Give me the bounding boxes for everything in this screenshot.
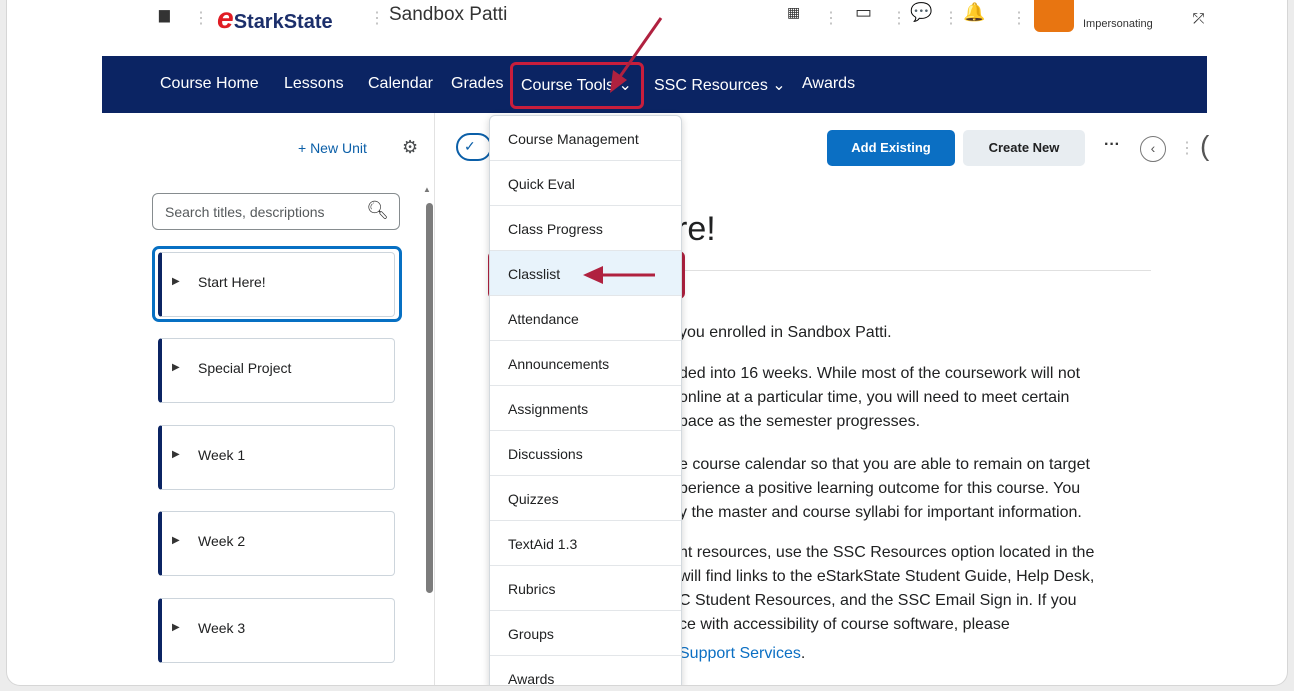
expand-arrow-icon[interactable]: ▶: [172, 622, 180, 633]
add-existing-button[interactable]: Add Existing: [827, 130, 955, 166]
content-paragraph: Support Services.: [679, 645, 806, 662]
menu-item-assignments[interactable]: Assignments: [490, 386, 681, 431]
content-paragraph: ded into 16 weeks. While most of the cou…: [679, 365, 1081, 382]
search-icon[interactable]: 🔍︎: [366, 200, 389, 221]
home-icon[interactable]: ▆: [159, 6, 170, 23]
stop-impersonating-icon[interactable]: ⤱: [1193, 10, 1204, 27]
nav-course-home[interactable]: Course Home: [160, 75, 259, 93]
menu-item-attendance[interactable]: Attendance: [490, 296, 681, 341]
separator: ⋮: [823, 10, 839, 27]
menu-item-groups[interactable]: Groups: [490, 611, 681, 656]
nav-awards[interactable]: Awards: [802, 75, 855, 93]
course-navbar: Course Home Lessons Calendar Grades Cour…: [102, 56, 1207, 113]
more-options-icon[interactable]: ···: [1104, 136, 1120, 154]
nav-course-tools[interactable]: Course Tools ⌄: [521, 75, 632, 95]
menu-item-rubrics[interactable]: Rubrics: [490, 566, 681, 611]
unit-special-project[interactable]: ▶ Special Project: [158, 338, 395, 403]
unit-week-3[interactable]: ▶ Week 3: [158, 598, 395, 663]
apps-grid-icon[interactable]: ▦: [787, 4, 800, 21]
unit-start-here[interactable]: ▶ Start Here!: [158, 252, 395, 317]
menu-item-course-management[interactable]: Course Management: [490, 116, 681, 161]
course-name[interactable]: Sandbox Patti: [389, 4, 507, 26]
nav-lessons[interactable]: Lessons: [284, 75, 344, 93]
content-paragraph: y the master and course syllabi for impo…: [679, 504, 1082, 521]
support-services-link[interactable]: Support Services: [679, 645, 801, 662]
menu-item-quick-eval[interactable]: Quick Eval: [490, 161, 681, 206]
menu-item-classlist[interactable]: Classlist: [490, 251, 681, 296]
previous-icon[interactable]: ‹: [1140, 136, 1166, 162]
expand-arrow-icon[interactable]: ▶: [172, 362, 180, 373]
sidebar-scrollbar[interactable]: [426, 203, 433, 593]
expand-arrow-icon[interactable]: ▶: [172, 276, 180, 287]
separator: ⋮: [1179, 140, 1195, 157]
content-paragraph: e course calendar so that you are able t…: [679, 456, 1090, 473]
estarkstate-logo[interactable]: eStarkState: [217, 2, 333, 36]
lessons-sidebar: + New Unit ⚙ Search titles, descriptions…: [134, 113, 435, 685]
content-paragraph: C Student Resources, and the SSC Email S…: [679, 592, 1077, 609]
scroll-up-arrow[interactable]: ▲: [423, 185, 431, 194]
subscriptions-icon[interactable]: 💬: [910, 2, 932, 23]
message-alerts-icon[interactable]: ▭: [855, 2, 872, 23]
menu-item-awards[interactable]: Awards: [490, 656, 681, 685]
nav-ssc-resources[interactable]: SSC Resources ⌄: [654, 75, 786, 95]
create-new-button[interactable]: Create New: [963, 130, 1085, 166]
content-paragraph: perience a positive learning outcome for…: [679, 480, 1081, 497]
top-header: ▆ ⋮ eStarkState ⋮ Sandbox Patti ▦ ⋮ ▭ ⋮ …: [7, 0, 1287, 56]
notifications-bell-icon[interactable]: 🔔: [963, 2, 985, 23]
search-input[interactable]: Search titles, descriptions 🔍︎: [152, 193, 400, 230]
course-tools-dropdown: Course Management Quick Eval Class Progr…: [489, 115, 682, 685]
divider: [667, 270, 1151, 271]
separator: ⋮: [891, 10, 907, 27]
content-paragraph: pace as the semester progresses.: [679, 413, 921, 430]
gear-icon[interactable]: ⚙: [402, 137, 418, 158]
content-paragraph: ce with accessibility of course software…: [679, 616, 1010, 633]
expand-arrow-icon[interactable]: ▶: [172, 449, 180, 460]
next-icon[interactable]: (: [1200, 130, 1209, 162]
unit-week-2[interactable]: ▶ Week 2: [158, 511, 395, 576]
nav-grades[interactable]: Grades: [451, 75, 503, 93]
menu-item-announcements[interactable]: Announcements: [490, 341, 681, 386]
separator: ⋮: [943, 10, 959, 27]
new-unit-button[interactable]: + New Unit: [298, 140, 367, 156]
separator: ⋮: [369, 10, 385, 27]
content-paragraph: you enrolled in Sandbox Patti.: [679, 324, 892, 341]
menu-item-discussions[interactable]: Discussions: [490, 431, 681, 476]
content-paragraph: will find links to the eStarkState Stude…: [679, 568, 1095, 585]
impersonating-label: Impersonating: [1083, 18, 1153, 30]
user-avatar[interactable]: [1034, 0, 1074, 32]
menu-item-textaid[interactable]: TextAid 1.3: [490, 521, 681, 566]
completion-toggle[interactable]: ✓: [456, 133, 492, 161]
separator: ⋮: [1011, 10, 1027, 27]
unit-week-1[interactable]: ▶ Week 1: [158, 425, 395, 490]
expand-arrow-icon[interactable]: ▶: [172, 535, 180, 546]
content-paragraph: online at a particular time, you will ne…: [679, 389, 1070, 406]
separator: ⋮: [193, 10, 209, 27]
content-paragraph: nt resources, use the SSC Resources opti…: [679, 544, 1095, 561]
menu-item-class-progress[interactable]: Class Progress: [490, 206, 681, 251]
nav-calendar[interactable]: Calendar: [368, 75, 433, 93]
menu-item-quizzes[interactable]: Quizzes: [490, 476, 681, 521]
browser-frame: ▆ ⋮ eStarkState ⋮ Sandbox Patti ▦ ⋮ ▭ ⋮ …: [6, 0, 1288, 686]
